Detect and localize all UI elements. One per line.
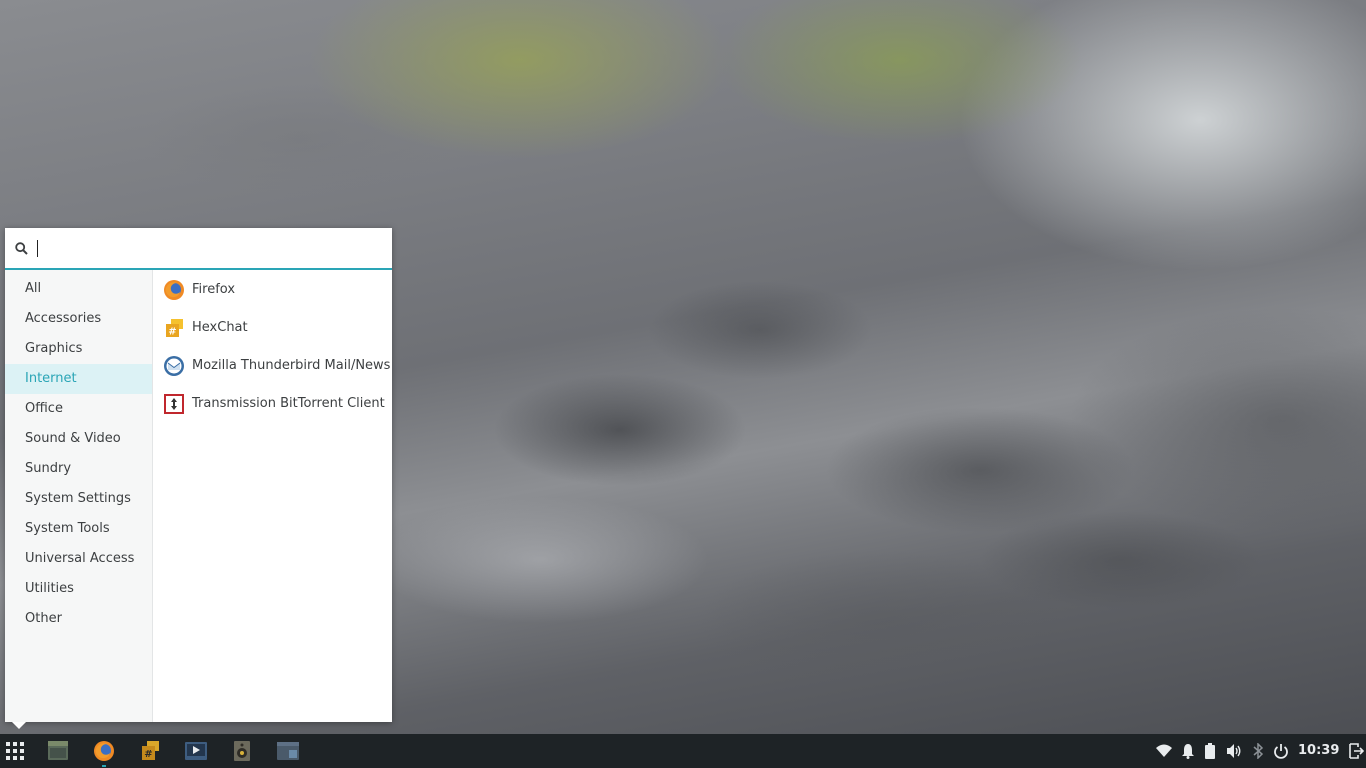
app-item-thunderbird[interactable]: Mozilla Thunderbird Mail/News [153,347,392,385]
app-label: Transmission BitTorrent Client [192,396,385,411]
running-indicator [102,765,106,767]
notification-bell-icon[interactable] [1180,743,1196,759]
menu-pointer [12,722,26,729]
application-list: Firefox # HexChat Mozilla Thunderbird Ma… [153,270,392,722]
thunderbird-icon [164,356,184,376]
category-sound-video[interactable]: Sound & Video [5,424,152,454]
taskbar: # 10:39 [0,734,1366,768]
transmission-icon [164,394,184,414]
firefox-icon [164,280,184,300]
category-graphics[interactable]: Graphics [5,334,152,364]
hexchat-icon: # [166,319,183,338]
menu-search-input[interactable] [35,237,375,259]
logout-icon[interactable] [1348,743,1364,759]
app-label: Mozilla Thunderbird Mail/News [192,358,391,373]
bluetooth-icon[interactable] [1250,743,1266,759]
category-accessories[interactable]: Accessories [5,304,152,334]
category-sundry[interactable]: Sundry [5,454,152,484]
svg-text:#: # [168,327,176,338]
app-label: HexChat [192,320,248,335]
wifi-icon[interactable] [1156,743,1172,759]
search-icon [15,242,28,255]
app-item-hexchat[interactable]: # HexChat [153,309,392,347]
category-internet[interactable]: Internet [5,364,152,394]
app-item-transmission[interactable]: Transmission BitTorrent Client [153,385,392,423]
category-system-settings[interactable]: System Settings [5,484,152,514]
category-office[interactable]: Office [5,394,152,424]
system-tray: 10:39 [0,734,1366,768]
app-item-firefox[interactable]: Firefox [153,271,392,309]
menu-search-bar [5,228,392,270]
category-utilities[interactable]: Utilities [5,574,152,604]
application-menu: All Accessories Graphics Internet Office… [5,228,392,722]
category-list: All Accessories Graphics Internet Office… [5,270,153,722]
battery-icon[interactable] [1202,743,1218,759]
category-universal-access[interactable]: Universal Access [5,544,152,574]
app-label: Firefox [192,282,236,297]
text-caret [37,240,38,257]
category-all[interactable]: All [5,274,152,304]
category-system-tools[interactable]: System Tools [5,514,152,544]
power-icon[interactable] [1273,743,1289,759]
volume-icon[interactable] [1226,743,1242,759]
category-other[interactable]: Other [5,604,152,634]
clock[interactable]: 10:39 [1298,734,1339,768]
